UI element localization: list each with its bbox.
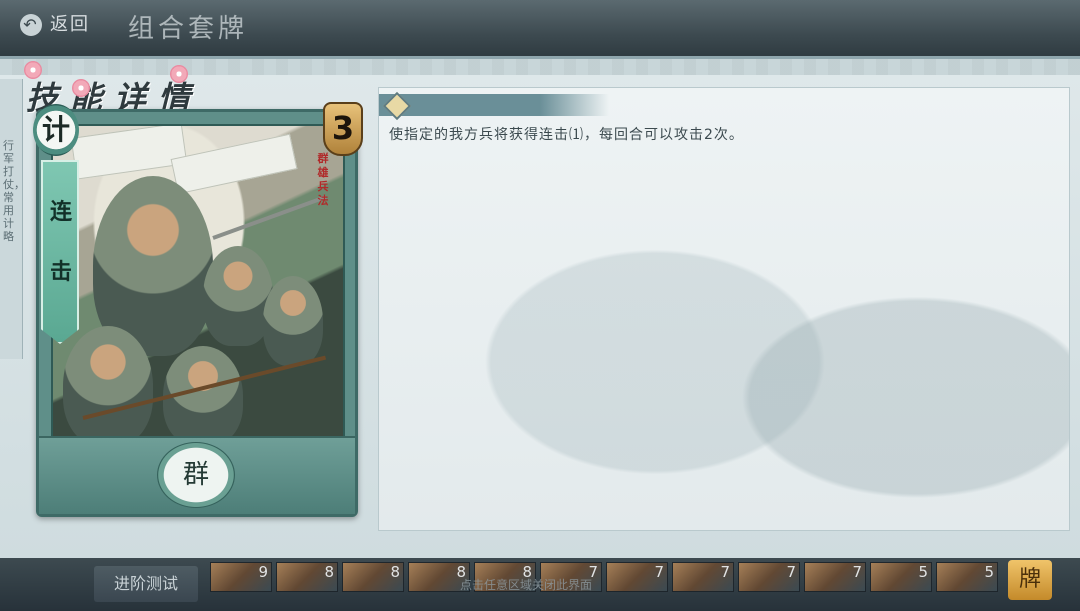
warrior-figure xyxy=(63,326,153,446)
mini-card[interactable]: 7 xyxy=(804,562,866,592)
mini-card[interactable]: 8 xyxy=(342,562,404,592)
back-button[interactable]: ↶ 返回 xyxy=(14,10,100,40)
mini-card[interactable]: 7 xyxy=(738,562,800,592)
sword xyxy=(212,195,327,240)
top-bar: ↶ 返回 组合套牌 xyxy=(0,0,1080,60)
card-name-ribbon: 连击 xyxy=(41,160,79,344)
banner-flag xyxy=(170,133,298,195)
description-header-bar xyxy=(379,91,609,121)
page-title: 组合套牌 xyxy=(128,14,249,44)
mini-card[interactable]: 5 xyxy=(870,562,932,592)
faction-emblem: 群 xyxy=(157,442,235,508)
blossom-icon xyxy=(72,79,90,97)
card-type-badge: 计 xyxy=(33,104,79,156)
card-faction-tag: 群雄兵法 xyxy=(317,152,329,207)
card-illustration xyxy=(51,124,345,448)
bottom-bar: 进阶测试 988887777755 点击任意区域关闭此界面 牌 xyxy=(0,558,1080,611)
mini-card[interactable]: 7 xyxy=(606,562,668,592)
description-box: 使指定的我方兵将获得连击⑴，每回合可以攻击2次。 xyxy=(378,87,1070,531)
warrior-figure xyxy=(263,276,323,366)
card-name: 连击 xyxy=(49,199,72,285)
skill-detail-panel: 行军打仗，常用计略 技能详情 计 连击 3 群雄兵法 群 使指定的我方兵将获得连… xyxy=(0,56,1080,562)
skill-card: 计 连击 3 群雄兵法 群 xyxy=(33,102,363,517)
blossom-icon xyxy=(170,65,188,83)
side-caption: 行军打仗，常用计略 xyxy=(3,139,25,243)
advance-test-button[interactable]: 进阶测试 xyxy=(94,566,198,602)
deck-button[interactable]: 牌 xyxy=(1008,560,1052,600)
back-arrow-icon: ↶ xyxy=(20,14,42,36)
diamond-icon xyxy=(382,91,412,121)
blossom-icon xyxy=(24,61,42,79)
mini-card[interactable]: 9 xyxy=(210,562,272,592)
mini-card[interactable]: 7 xyxy=(672,562,734,592)
close-hint: 点击任意区域关闭此界面 xyxy=(460,578,593,592)
back-label: 返回 xyxy=(50,14,90,35)
mini-card[interactable]: 8 xyxy=(276,562,338,592)
skill-description: 使指定的我方兵将获得连击⑴，每回合可以攻击2次。 xyxy=(389,127,744,143)
banner-flag xyxy=(70,126,188,180)
side-strip: 行军打仗，常用计略 xyxy=(0,79,25,359)
card-bottom-frame: 群 xyxy=(39,436,355,514)
mini-card[interactable]: 5 xyxy=(936,562,998,592)
card-cost: 3 xyxy=(323,102,363,156)
